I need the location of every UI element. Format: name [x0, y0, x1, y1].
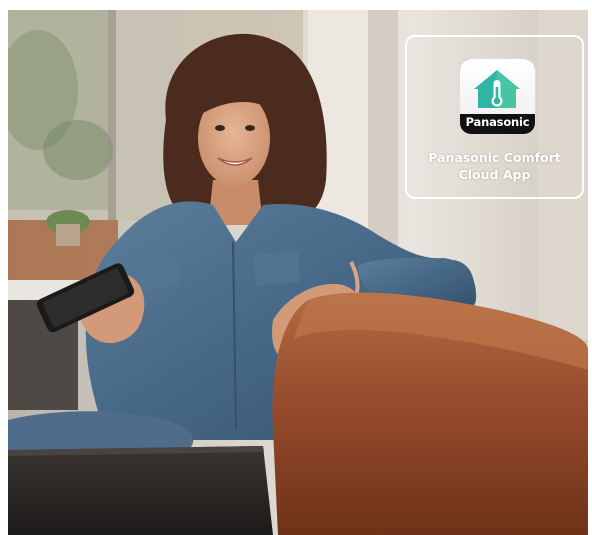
app-title: Panasonic Comfort Cloud App: [407, 149, 582, 183]
brand-label: Panasonic: [465, 115, 530, 129]
app-title-line2: Cloud App: [458, 167, 531, 182]
app-title-line1: Panasonic Comfort: [428, 150, 561, 165]
photo-frame: Panasonic Panasonic Comfort Cloud App: [8, 10, 588, 535]
app-icon: Panasonic: [459, 58, 536, 135]
app-badge: Panasonic Panasonic Comfort Cloud App: [405, 35, 584, 199]
